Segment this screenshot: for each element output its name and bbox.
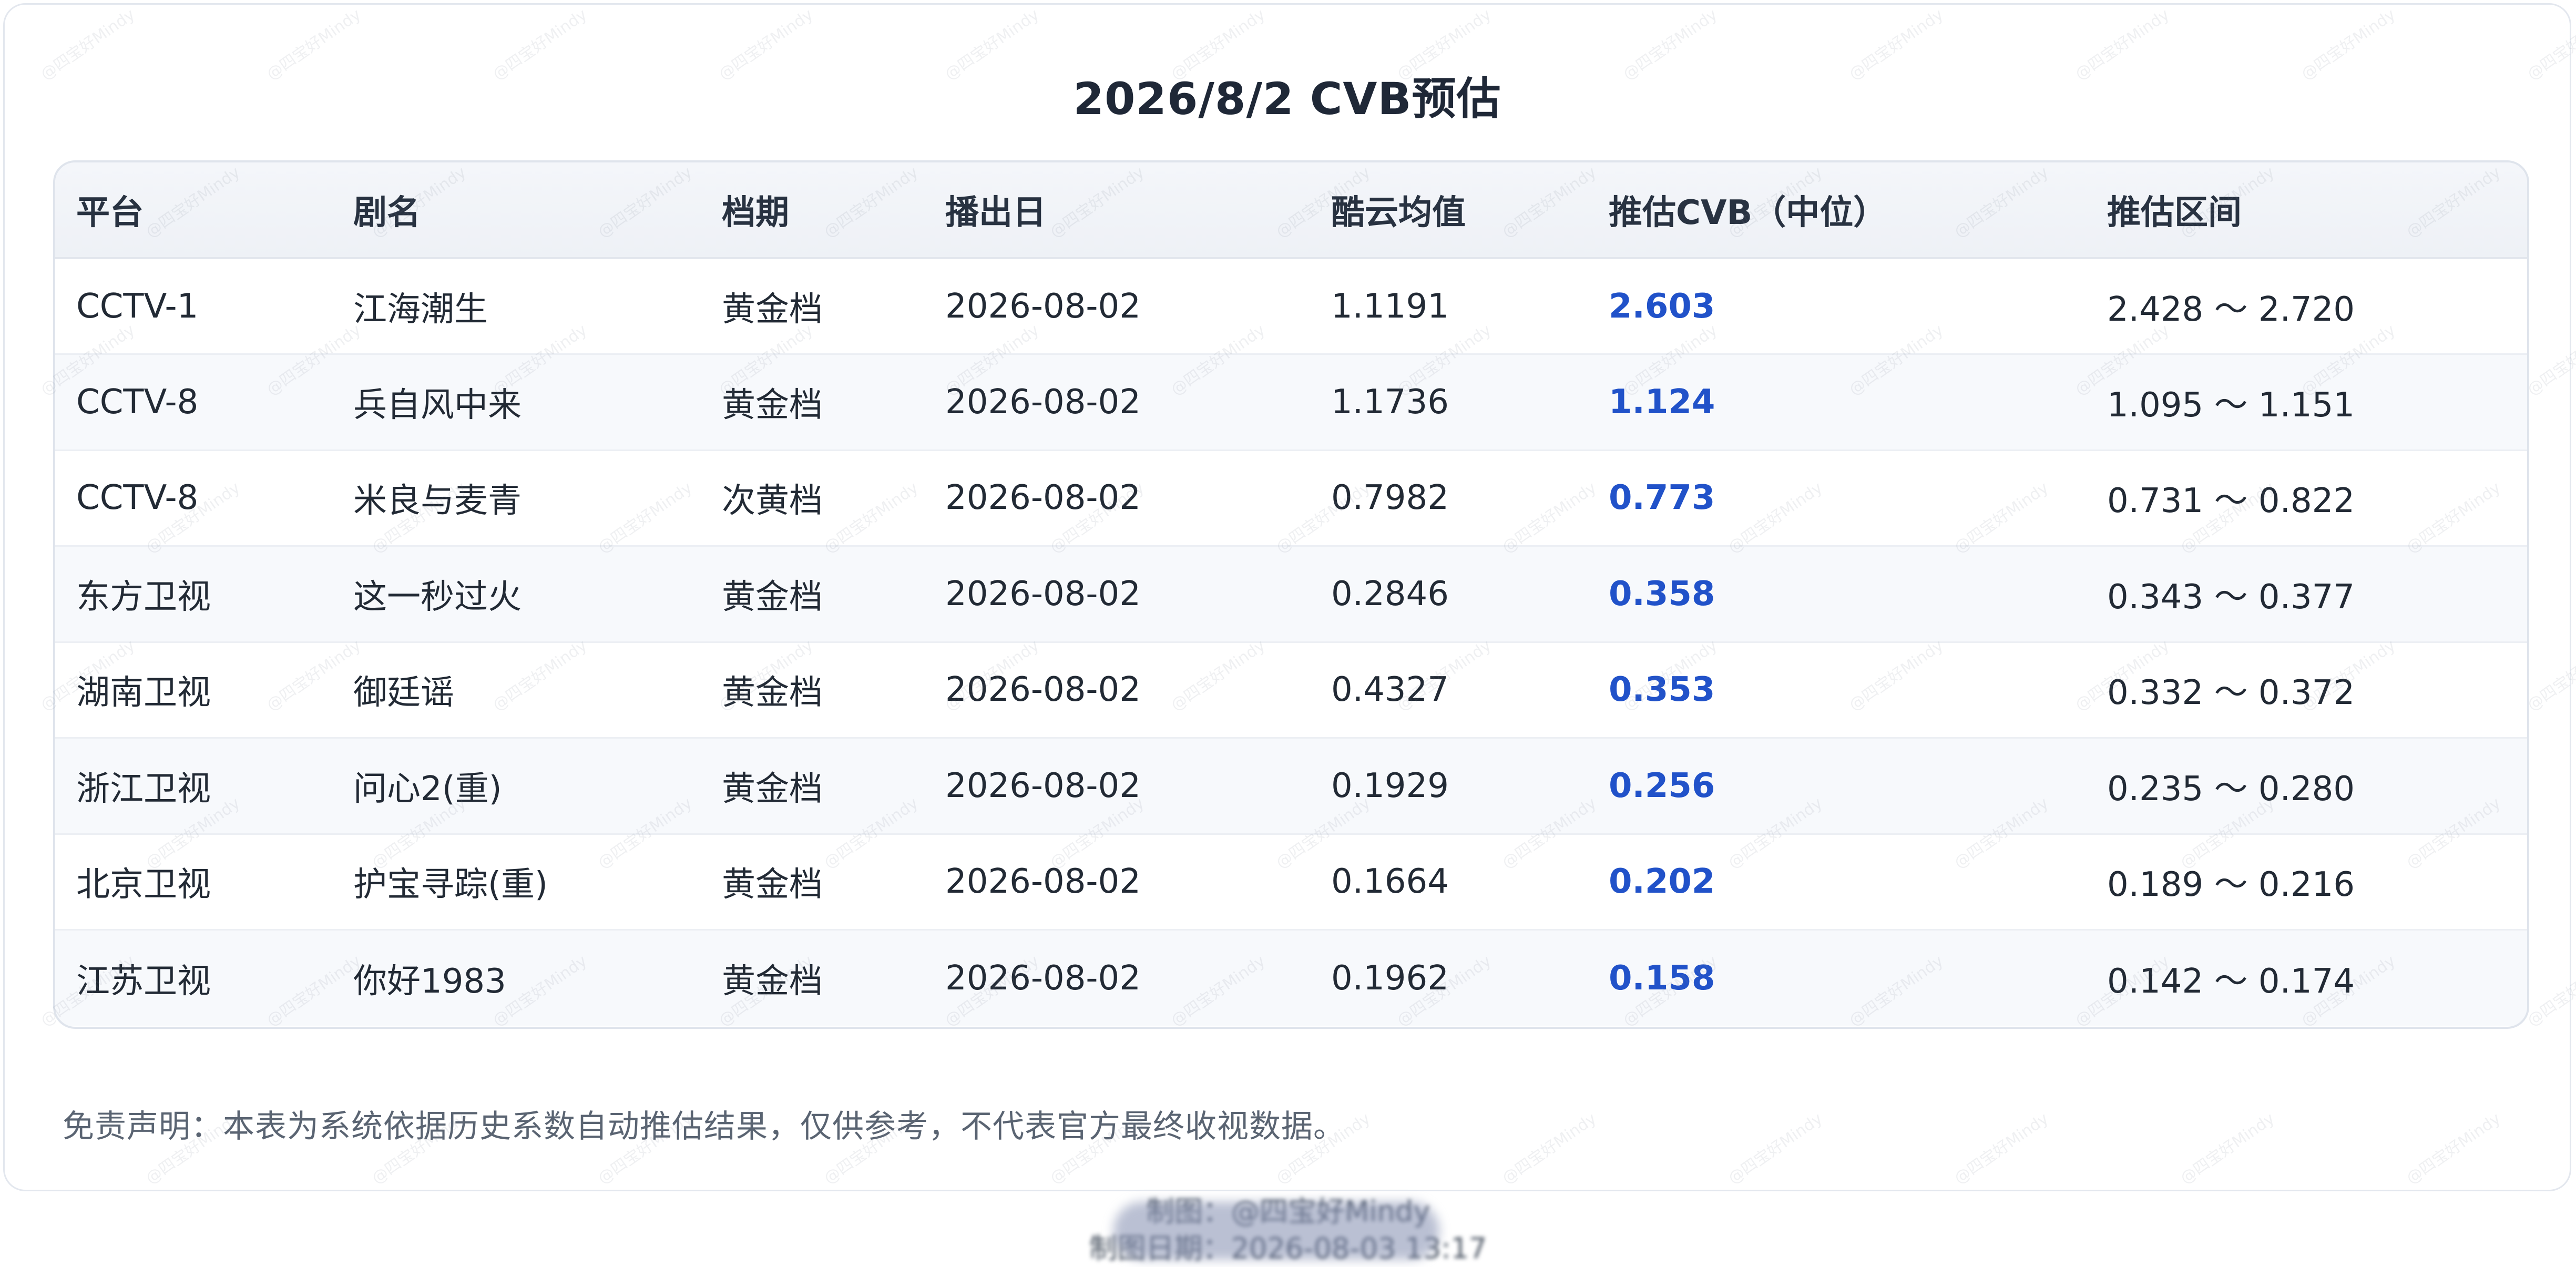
header-row: 平台 剧名 档期 播出日 酷云均值 推估CVB（中位） 推估区间 <box>55 162 2527 259</box>
header-drama: 剧名 <box>332 162 701 259</box>
cell-drama: 这一秒过火 <box>332 546 701 643</box>
cell-cvb-median: 0.358 <box>1588 546 2086 643</box>
report-card: 2026/8/2 CVB预估 平台 剧名 档期 播出日 酷云均值 推估CVB（中… <box>3 3 2571 1191</box>
cell-air-date: 2026-08-02 <box>924 546 1310 643</box>
cvb-table: 平台 剧名 档期 播出日 酷云均值 推估CVB（中位） 推估区间 CCTV-1 … <box>55 162 2527 1026</box>
cell-drama: 御廷谣 <box>332 642 701 739</box>
cell-kuyun-avg: 1.1191 <box>1310 258 1588 355</box>
cell-cvb-median: 0.353 <box>1588 642 2086 739</box>
disclaimer-text: 免责声明：本表为系统依据历史系数自动推估结果，仅供参考，不代表官方最终收视数据。 <box>63 1108 1345 1145</box>
cell-drama: 问心2(重) <box>332 738 701 835</box>
header-cvb-range: 推估区间 <box>2086 162 2527 259</box>
table-row: CCTV-1 江海潮生 黄金档 2026-08-02 1.1191 2.603 … <box>55 258 2527 355</box>
redaction-blur <box>1113 1202 1439 1260</box>
cell-cvb-range: 2.428 ～ 2.720 <box>2086 258 2527 355</box>
header-air-date: 播出日 <box>924 162 1310 259</box>
cell-platform: 浙江卫视 <box>55 738 332 835</box>
cell-platform: 北京卫视 <box>55 834 332 931</box>
cell-cvb-range: 0.332 ～ 0.372 <box>2086 642 2527 739</box>
cell-cvb-range: 0.343 ～ 0.377 <box>2086 546 2527 643</box>
header-kuyun-avg: 酷云均值 <box>1310 162 1588 259</box>
table-row: 江苏卫视 你好1983 黄金档 2026-08-02 0.1962 0.158 … <box>55 929 2527 1026</box>
header-slot: 档期 <box>701 162 924 259</box>
cell-platform: CCTV-8 <box>55 354 332 451</box>
cell-slot: 黄金档 <box>701 258 924 355</box>
cell-cvb-range: 1.095 ～ 1.151 <box>2086 354 2527 451</box>
cvb-table-container: 平台 剧名 档期 播出日 酷云均值 推估CVB（中位） 推估区间 CCTV-1 … <box>53 160 2529 1029</box>
table-header: 平台 剧名 档期 播出日 酷云均值 推估CVB（中位） 推估区间 <box>55 162 2527 259</box>
page-title: 2026/8/2 CVB预估 <box>1073 73 1501 125</box>
cell-air-date: 2026-08-02 <box>924 450 1310 547</box>
cell-slot: 次黄档 <box>701 450 924 547</box>
cell-slot: 黄金档 <box>701 354 924 451</box>
cell-air-date: 2026-08-02 <box>924 834 1310 931</box>
cell-platform: CCTV-8 <box>55 450 332 547</box>
cell-kuyun-avg: 1.1736 <box>1310 354 1588 451</box>
cell-slot: 黄金档 <box>701 546 924 643</box>
cell-cvb-median: 2.603 <box>1588 258 2086 355</box>
cell-slot: 黄金档 <box>701 834 924 931</box>
table-row: 浙江卫视 问心2(重) 黄金档 2026-08-02 0.1929 0.256 … <box>55 738 2527 835</box>
header-cvb-median: 推估CVB（中位） <box>1588 162 2086 259</box>
table-row: 北京卫视 护宝寻踪(重) 黄金档 2026-08-02 0.1664 0.202… <box>55 834 2527 931</box>
table-body: CCTV-1 江海潮生 黄金档 2026-08-02 1.1191 2.603 … <box>55 258 2527 1026</box>
cell-slot: 黄金档 <box>701 642 924 739</box>
cell-kuyun-avg: 0.2846 <box>1310 546 1588 643</box>
cell-drama: 你好1983 <box>353 962 506 1001</box>
cell-slot: 黄金档 <box>722 962 823 1001</box>
cell-cvb-median: 0.202 <box>1588 834 2086 931</box>
cell-platform: CCTV-1 <box>55 258 332 355</box>
cell-cvb-range: 0.142 ～ 0.174 <box>2107 962 2355 1001</box>
cell-cvb-median: 0.773 <box>1588 450 2086 547</box>
cell-kuyun-avg: 0.7982 <box>1310 450 1588 547</box>
cell-air-date: 2026-08-02 <box>924 642 1310 739</box>
cell-kuyun-avg: 0.1664 <box>1310 834 1588 931</box>
header-platform: 平台 <box>55 162 332 259</box>
cell-air-date: 2026-08-02 <box>924 354 1310 451</box>
cell-cvb-median: 0.158 <box>1609 958 1715 998</box>
table-row: 湖南卫视 御廷谣 黄金档 2026-08-02 0.4327 0.353 0.3… <box>55 642 2527 739</box>
cell-drama: 江海潮生 <box>332 258 701 355</box>
cell-platform: 湖南卫视 <box>55 642 332 739</box>
cell-kuyun-avg: 0.1962 <box>1331 958 1449 998</box>
cell-air-date: 2026-08-02 <box>924 738 1310 835</box>
cell-cvb-median: 1.124 <box>1588 354 2086 451</box>
cell-air-date: 2026-08-02 <box>945 958 1141 998</box>
table-row: 东方卫视 这一秒过火 黄金档 2026-08-02 0.2846 0.358 0… <box>55 546 2527 643</box>
cell-cvb-range: 0.235 ～ 0.280 <box>2086 738 2527 835</box>
cell-cvb-range: 0.189 ～ 0.216 <box>2086 834 2527 931</box>
cell-drama: 米良与麦青 <box>332 450 701 547</box>
cell-drama: 护宝寻踪(重) <box>332 834 701 931</box>
cell-drama: 兵自风中来 <box>332 354 701 451</box>
cell-air-date: 2026-08-02 <box>924 258 1310 355</box>
table-row: CCTV-8 兵自风中来 黄金档 2026-08-02 1.1736 1.124… <box>55 354 2527 451</box>
cell-platform: 东方卫视 <box>55 546 332 643</box>
table-row: CCTV-8 米良与麦青 次黄档 2026-08-02 0.7982 0.773… <box>55 450 2527 547</box>
cell-kuyun-avg: 0.4327 <box>1310 642 1588 739</box>
cell-cvb-range: 0.731 ～ 0.822 <box>2086 450 2527 547</box>
cell-cvb-median: 0.256 <box>1588 738 2086 835</box>
cell-platform: 江苏卫视 <box>76 962 211 1001</box>
cell-slot: 黄金档 <box>701 738 924 835</box>
cell-kuyun-avg: 0.1929 <box>1310 738 1588 835</box>
